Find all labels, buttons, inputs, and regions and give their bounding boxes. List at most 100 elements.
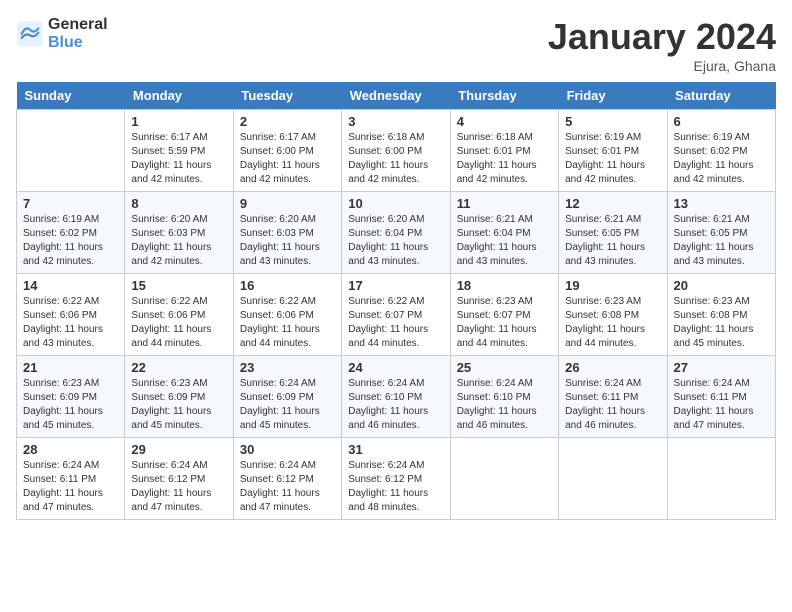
day-number: 20 — [674, 278, 769, 293]
day-info: Sunrise: 6:24 AMSunset: 6:11 PMDaylight:… — [565, 377, 660, 433]
day-number: 29 — [131, 442, 226, 457]
calendar-cell: 13 Sunrise: 6:21 AMSunset: 6:05 PMDayligh… — [667, 192, 775, 274]
calendar-cell: 31 Sunrise: 6:24 AMSunset: 6:12 PMDayligh… — [342, 438, 450, 520]
day-info: Sunrise: 6:19 AMSunset: 6:02 PMDaylight:… — [23, 213, 118, 269]
day-info: Sunrise: 6:21 AMSunset: 6:05 PMDaylight:… — [674, 213, 769, 269]
day-info: Sunrise: 6:23 AMSunset: 6:09 PMDaylight:… — [23, 377, 118, 433]
day-number: 1 — [131, 114, 226, 129]
day-info: Sunrise: 6:24 AMSunset: 6:10 PMDaylight:… — [457, 377, 552, 433]
calendar-cell — [667, 438, 775, 520]
calendar-cell: 29 Sunrise: 6:24 AMSunset: 6:12 PMDayligh… — [125, 438, 233, 520]
day-number: 8 — [131, 196, 226, 211]
day-number: 5 — [565, 114, 660, 129]
week-row-2: 7 Sunrise: 6:19 AMSunset: 6:02 PMDaylight… — [17, 192, 776, 274]
calendar-cell: 10 Sunrise: 6:20 AMSunset: 6:04 PMDayligh… — [342, 192, 450, 274]
header-day-monday: Monday — [125, 82, 233, 110]
calendar-cell: 23 Sunrise: 6:24 AMSunset: 6:09 PMDayligh… — [233, 356, 341, 438]
calendar-cell: 11Sunrise: 6:21 AMSunset: 6:04 PMDayligh… — [450, 192, 558, 274]
header-day-tuesday: Tuesday — [233, 82, 341, 110]
day-number: 25 — [457, 360, 552, 375]
week-row-3: 14 Sunrise: 6:22 AMSunset: 6:06 PMDayligh… — [17, 274, 776, 356]
day-info: Sunrise: 6:17 AMSunset: 6:00 PMDaylight:… — [240, 131, 335, 187]
logo-icon — [16, 20, 44, 48]
header-day-thursday: Thursday — [450, 82, 558, 110]
day-number: 22 — [131, 360, 226, 375]
calendar-cell: 25 Sunrise: 6:24 AMSunset: 6:10 PMDayligh… — [450, 356, 558, 438]
header-day-saturday: Saturday — [667, 82, 775, 110]
title-section: January 2024 Ejura, Ghana — [548, 16, 776, 74]
day-number: 16 — [240, 278, 335, 293]
day-info: Sunrise: 6:24 AMSunset: 6:12 PMDaylight:… — [240, 459, 335, 515]
day-number: 10 — [348, 196, 443, 211]
day-number: 19 — [565, 278, 660, 293]
calendar-cell: 7 Sunrise: 6:19 AMSunset: 6:02 PMDaylight… — [17, 192, 125, 274]
calendar-cell: 12 Sunrise: 6:21 AMSunset: 6:05 PMDayligh… — [559, 192, 667, 274]
day-info: Sunrise: 6:23 AMSunset: 6:09 PMDaylight:… — [131, 377, 226, 433]
day-info: Sunrise: 6:19 AMSunset: 6:02 PMDaylight:… — [674, 131, 769, 187]
calendar-cell: 5 Sunrise: 6:19 AMSunset: 6:01 PMDaylight… — [559, 110, 667, 192]
calendar-cell: 21 Sunrise: 6:23 AMSunset: 6:09 PMDayligh… — [17, 356, 125, 438]
day-number: 17 — [348, 278, 443, 293]
day-number: 6 — [674, 114, 769, 129]
day-number: 12 — [565, 196, 660, 211]
calendar-cell: 19 Sunrise: 6:23 AMSunset: 6:08 PMDayligh… — [559, 274, 667, 356]
calendar-cell: 14 Sunrise: 6:22 AMSunset: 6:06 PMDayligh… — [17, 274, 125, 356]
header-day-sunday: Sunday — [17, 82, 125, 110]
day-info: Sunrise: 6:23 AMSunset: 6:08 PMDaylight:… — [565, 295, 660, 351]
day-number: 4 — [457, 114, 552, 129]
day-info: Sunrise: 6:24 AMSunset: 6:11 PMDaylight:… — [23, 459, 118, 515]
calendar-cell: 15 Sunrise: 6:22 AMSunset: 6:06 PMDayligh… — [125, 274, 233, 356]
day-info: Sunrise: 6:20 AMSunset: 6:03 PMDaylight:… — [240, 213, 335, 269]
day-info: Sunrise: 6:24 AMSunset: 6:12 PMDaylight:… — [348, 459, 443, 515]
header-day-wednesday: Wednesday — [342, 82, 450, 110]
page-header: General Blue January 2024 Ejura, Ghana — [16, 16, 776, 74]
calendar-cell: 17 Sunrise: 6:22 AMSunset: 6:07 PMDayligh… — [342, 274, 450, 356]
day-number: 26 — [565, 360, 660, 375]
day-info: Sunrise: 6:24 AMSunset: 6:10 PMDaylight:… — [348, 377, 443, 433]
logo: General Blue — [16, 16, 108, 51]
day-info: Sunrise: 6:20 AMSunset: 6:03 PMDaylight:… — [131, 213, 226, 269]
day-info: Sunrise: 6:18 AMSunset: 6:00 PMDaylight:… — [348, 131, 443, 187]
calendar-cell: 6 Sunrise: 6:19 AMSunset: 6:02 PMDaylight… — [667, 110, 775, 192]
calendar-cell: 8 Sunrise: 6:20 AMSunset: 6:03 PMDaylight… — [125, 192, 233, 274]
day-number: 23 — [240, 360, 335, 375]
day-info: Sunrise: 6:17 AMSunset: 5:59 PMDaylight:… — [131, 131, 226, 187]
location: Ejura, Ghana — [548, 58, 776, 74]
day-info: Sunrise: 6:19 AMSunset: 6:01 PMDaylight:… — [565, 131, 660, 187]
calendar-cell: 24 Sunrise: 6:24 AMSunset: 6:10 PMDayligh… — [342, 356, 450, 438]
calendar-table: SundayMondayTuesdayWednesdayThursdayFrid… — [16, 82, 776, 520]
day-number: 28 — [23, 442, 118, 457]
calendar-cell: 1 Sunrise: 6:17 AMSunset: 5:59 PMDaylight… — [125, 110, 233, 192]
calendar-cell: 4 Sunrise: 6:18 AMSunset: 6:01 PMDaylight… — [450, 110, 558, 192]
week-row-4: 21 Sunrise: 6:23 AMSunset: 6:09 PMDayligh… — [17, 356, 776, 438]
day-info: Sunrise: 6:24 AMSunset: 6:11 PMDaylight:… — [674, 377, 769, 433]
day-number: 3 — [348, 114, 443, 129]
day-number: 30 — [240, 442, 335, 457]
day-info: Sunrise: 6:23 AMSunset: 6:07 PMDaylight:… — [457, 295, 552, 351]
day-number: 21 — [23, 360, 118, 375]
calendar-cell: 2Sunrise: 6:17 AMSunset: 6:00 PMDaylight… — [233, 110, 341, 192]
day-number: 31 — [348, 442, 443, 457]
day-number: 14 — [23, 278, 118, 293]
day-number: 15 — [131, 278, 226, 293]
day-info: Sunrise: 6:22 AMSunset: 6:07 PMDaylight:… — [348, 295, 443, 351]
day-number: 24 — [348, 360, 443, 375]
day-info: Sunrise: 6:24 AMSunset: 6:09 PMDaylight:… — [240, 377, 335, 433]
day-number: 13 — [674, 196, 769, 211]
day-info: Sunrise: 6:23 AMSunset: 6:08 PMDaylight:… — [674, 295, 769, 351]
month-title: January 2024 — [548, 16, 776, 58]
day-info: Sunrise: 6:18 AMSunset: 6:01 PMDaylight:… — [457, 131, 552, 187]
day-info: Sunrise: 6:22 AMSunset: 6:06 PMDaylight:… — [23, 295, 118, 351]
day-info: Sunrise: 6:21 AMSunset: 6:05 PMDaylight:… — [565, 213, 660, 269]
week-row-5: 28 Sunrise: 6:24 AMSunset: 6:11 PMDayligh… — [17, 438, 776, 520]
day-info: Sunrise: 6:22 AMSunset: 6:06 PMDaylight:… — [240, 295, 335, 351]
calendar-cell: 9Sunrise: 6:20 AMSunset: 6:03 PMDaylight… — [233, 192, 341, 274]
calendar-cell: 22 Sunrise: 6:23 AMSunset: 6:09 PMDayligh… — [125, 356, 233, 438]
day-info: Sunrise: 6:20 AMSunset: 6:04 PMDaylight:… — [348, 213, 443, 269]
day-info: Sunrise: 6:22 AMSunset: 6:06 PMDaylight:… — [131, 295, 226, 351]
calendar-cell: 28 Sunrise: 6:24 AMSunset: 6:11 PMDayligh… — [17, 438, 125, 520]
calendar-cell — [450, 438, 558, 520]
day-info: Sunrise: 6:24 AMSunset: 6:12 PMDaylight:… — [131, 459, 226, 515]
calendar-cell — [559, 438, 667, 520]
day-number: 7 — [23, 196, 118, 211]
